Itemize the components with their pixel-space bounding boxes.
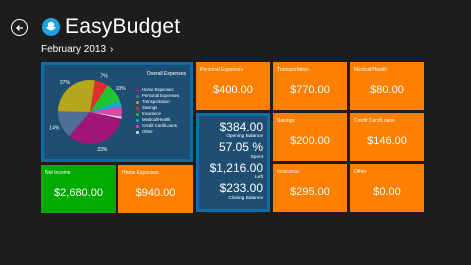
legend-swatch: [136, 88, 139, 92]
legend-swatch: [136, 130, 139, 134]
legend-swatch: [136, 118, 139, 122]
tile-value: $295.00: [290, 186, 330, 199]
transportation-tile[interactable]: Transportation $770.00: [273, 62, 347, 110]
tile-value: $2,680.00: [54, 187, 103, 200]
pie-label: 7%: [100, 74, 108, 80]
tile-value: $80.00: [370, 84, 404, 97]
chevron-right-icon: ›: [110, 44, 114, 55]
period-selector[interactable]: February 2013 ›: [41, 44, 113, 55]
pie-label: 33%: [97, 147, 108, 153]
medical-health-tile[interactable]: Medical/Health $80.00: [350, 62, 424, 110]
tile-value: $770.00: [290, 84, 330, 97]
legend-swatch: [136, 100, 139, 104]
closing-balance-value: $233.00: [219, 181, 263, 195]
spent-label: Spent: [250, 155, 263, 160]
other-tile[interactable]: Other $0.00: [350, 164, 424, 212]
personal-expenses-tile[interactable]: Personal Expenses $400.00: [196, 62, 270, 110]
legend-swatch: [136, 106, 139, 110]
savings-tile[interactable]: Savings $200.00: [273, 113, 347, 161]
net-income-tile[interactable]: Net Income $2,680.00: [41, 165, 116, 213]
insurance-tile[interactable]: Insurance $295.00: [273, 164, 347, 212]
spent-percentage: 57.05 %: [218, 140, 263, 154]
left-label: Left: [254, 175, 263, 180]
opening-balance-label: Opening Balance: [226, 134, 263, 139]
pie-label: 10%: [116, 86, 127, 92]
tile-label: Insurance: [277, 169, 299, 175]
tile-label: Medical/Health: [354, 67, 388, 73]
tile-label: Savings: [277, 118, 295, 124]
left-value: $1,216.00: [209, 161, 263, 175]
tile-label: Transportation: [277, 67, 310, 73]
back-button[interactable]: [11, 19, 28, 36]
tile-label: Home Expenses: [122, 170, 159, 176]
credit-card-loans-tile[interactable]: Credit Card/Loans $146.00: [350, 113, 424, 161]
pie-label: 14%: [49, 126, 60, 132]
chart-legend: Home Expenses Personal Expenses Transporta…: [136, 87, 179, 135]
closing-balance-label: Closing Balance: [228, 196, 263, 201]
legend-item: Other: [136, 129, 179, 135]
tile-value: $146.00: [367, 135, 407, 148]
tile-label: Credit Card/Loans: [354, 118, 395, 124]
legend-swatch: [136, 94, 139, 98]
legend-swatch: [136, 124, 139, 128]
opening-balance-value: $384.00: [219, 120, 263, 134]
tile-value: $0.00: [373, 186, 401, 199]
balance-summary-tile[interactable]: $384.00 Opening Balance 57.05 % Spent $1…: [196, 113, 270, 212]
app-title: EasyBudget: [65, 15, 181, 38]
overall-expenses-tile[interactable]: Overall Expenses 7% 10% 33% 14% 27% Home Exp…: [41, 62, 193, 162]
pie-label: 27%: [60, 80, 71, 86]
legend-swatch: [136, 112, 139, 116]
tile-value: $940.00: [135, 187, 176, 200]
tile-label: Personal Expenses: [200, 67, 244, 73]
easybudget-logo-icon: [42, 18, 60, 36]
back-arrow-icon: [15, 24, 23, 31]
home-expenses-tile[interactable]: Home Expenses $940.00: [118, 165, 193, 213]
legend-label: Other: [142, 129, 153, 134]
tile-label: Net Income: [45, 170, 71, 176]
period-label: February 2013: [41, 44, 107, 55]
tile-value: $200.00: [290, 135, 330, 148]
tile-value: $400.00: [213, 84, 253, 97]
tile-label: Other: [354, 169, 367, 175]
